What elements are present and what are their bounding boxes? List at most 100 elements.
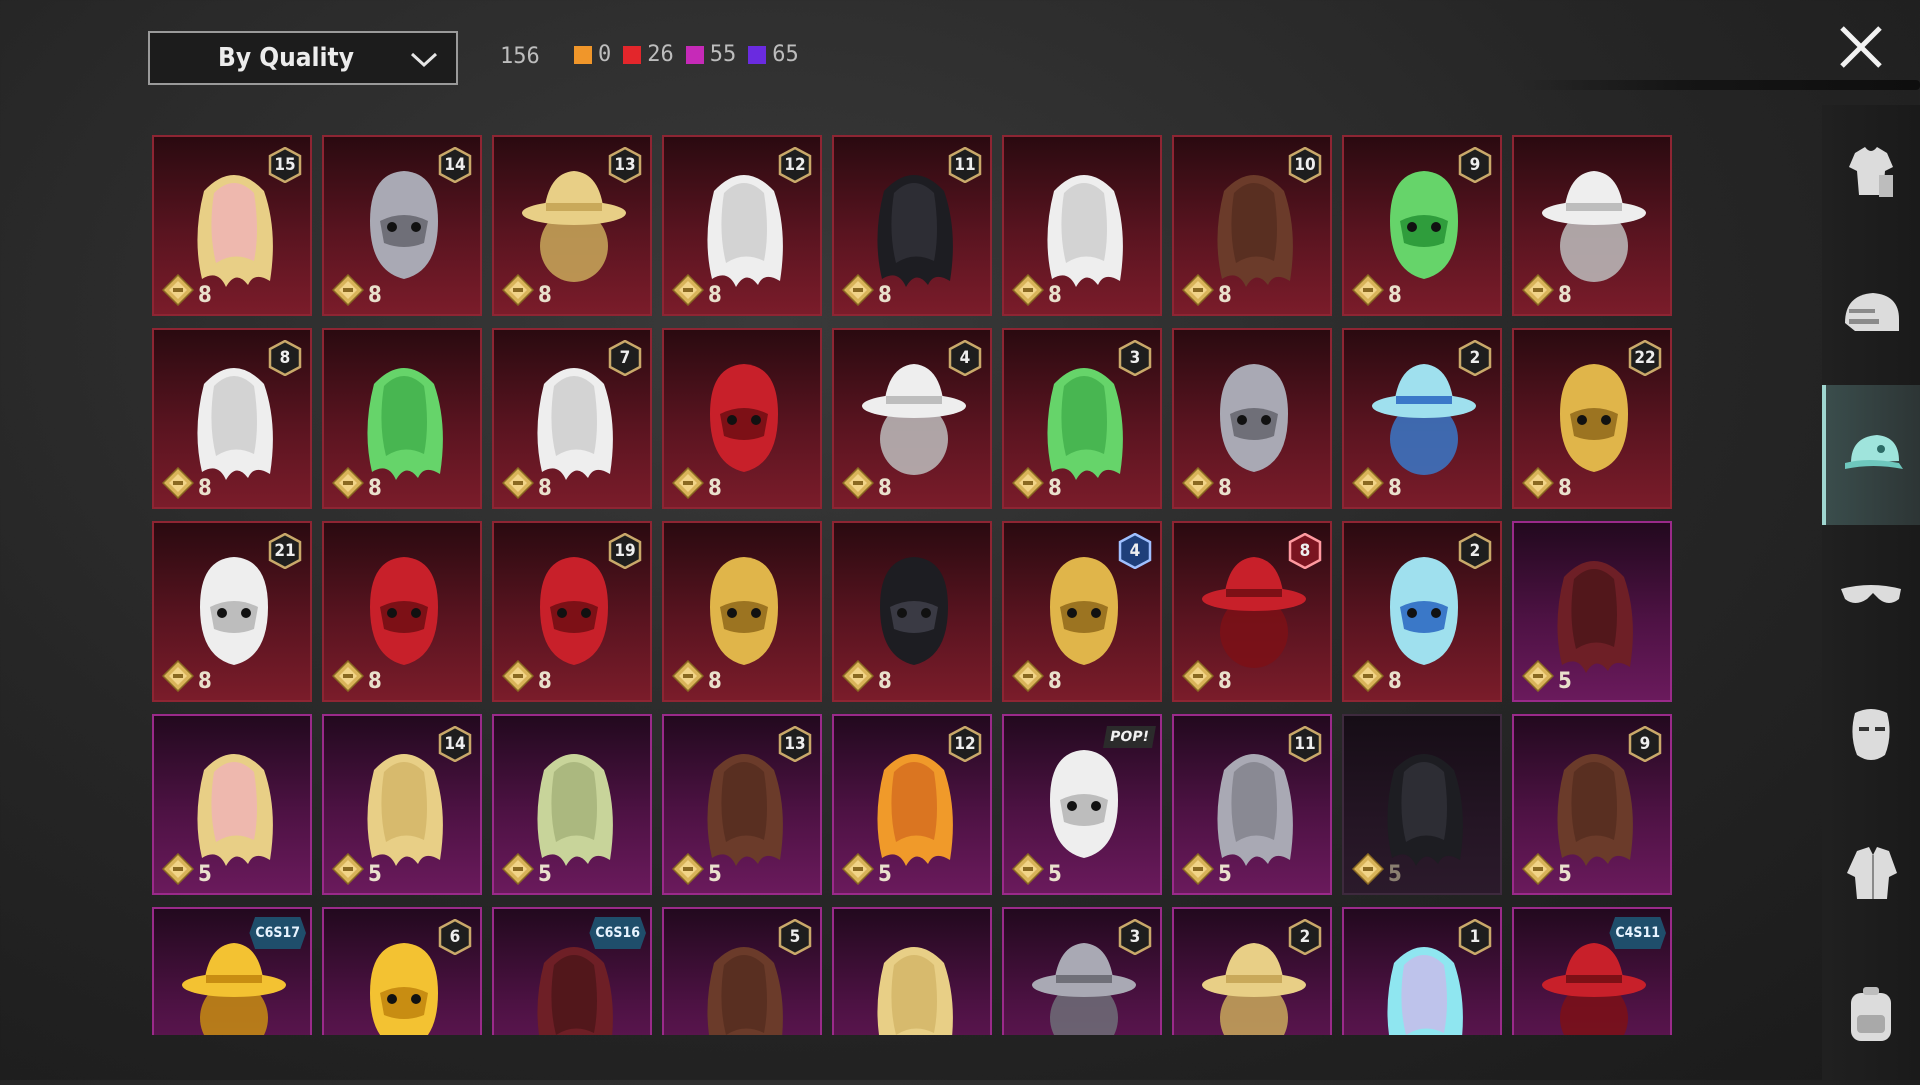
category-tab-jacket[interactable]	[1822, 805, 1920, 945]
item-art-dragon-helmet	[1220, 364, 1288, 472]
item-card-orange-flame-hair[interactable]: 12 5	[832, 714, 992, 895]
item-card-red-hair[interactable]: C6S16	[492, 907, 652, 1035]
sort-dropdown[interactable]: By Quality	[148, 31, 458, 85]
level-badge: 11	[1288, 726, 1322, 762]
item-card-white-hair-with-antlers[interactable]: 12 8	[662, 135, 822, 316]
item-card-blonde-white-cap[interactable]: 2	[1172, 907, 1332, 1035]
coin-icon	[1182, 853, 1214, 885]
coin-icon	[1522, 467, 1554, 499]
item-card-brown-long-hair[interactable]: 9 5	[1512, 714, 1672, 895]
item-card-yellow-visor-cap[interactable]: C6S17	[152, 907, 312, 1035]
level-badge: 15	[268, 147, 302, 183]
category-tab-helmet[interactable]	[1822, 245, 1920, 385]
coin-icon	[672, 660, 704, 692]
item-cost: 8	[538, 283, 552, 308]
level-badge-number: 2	[1469, 541, 1481, 561]
coin-icon	[672, 274, 704, 306]
item-art-green-long-hair	[367, 368, 443, 480]
purple-count: 65	[772, 42, 799, 67]
item-card-blonde-curls[interactable]	[832, 907, 992, 1035]
level-badge-number: 4	[1129, 541, 1141, 561]
item-card-dragon-helmet[interactable]: 8	[1172, 328, 1332, 509]
item-card-black-red-horned-mask[interactable]: 8	[322, 521, 482, 702]
item-card-flower-crown-grey-hair[interactable]: 11 5	[1172, 714, 1332, 895]
item-card-green-zombie-head[interactable]: 9 8	[1342, 135, 1502, 316]
season-tag: C6S17	[249, 917, 306, 949]
coin-icon	[842, 853, 874, 885]
item-card-golden-pharaoh-headdress[interactable]: 22 8	[1512, 328, 1672, 509]
level-badge: 8	[1288, 533, 1322, 569]
item-cost: 8	[538, 476, 552, 501]
item-card-brown-pigtails[interactable]: 5	[662, 907, 822, 1035]
mask-icon	[1852, 709, 1890, 760]
item-art-blonde-curls	[877, 947, 953, 1035]
coin-icon	[502, 660, 534, 692]
level-badge-number: 14	[444, 155, 466, 175]
item-card-red-fedora-mask[interactable]: 8 8	[1172, 521, 1332, 702]
item-card-red-gold-helmet[interactable]: 8	[662, 521, 822, 702]
item-card-icy-bucket-hat[interactable]: 2 8	[1342, 328, 1502, 509]
item-card-yellow-black-mask[interactable]: 6	[322, 907, 482, 1035]
item-cost: 8	[1048, 669, 1062, 694]
level-badge: 14	[438, 147, 472, 183]
item-card-brown-braided-hair[interactable]: 10 8	[1172, 135, 1332, 316]
item-art-white-cowboy-hat	[1542, 171, 1646, 282]
coin-icon	[1012, 274, 1044, 306]
orange-count: 0	[598, 42, 612, 67]
item-card-black-cat-helmet[interactable]: 8	[832, 521, 992, 702]
item-card-cat-ear-mask-hair[interactable]: 14 8	[322, 135, 482, 316]
item-card-gold-purple-knight-helmet[interactable]: 4 8	[1002, 521, 1162, 702]
item-card-hat-with-blonde-hair[interactable]: 13 8	[492, 135, 652, 316]
item-cost: 8	[1558, 283, 1572, 308]
category-tab-backpack[interactable]	[1822, 945, 1920, 1085]
level-badge: 8	[268, 340, 302, 376]
coin-icon	[1522, 660, 1554, 692]
item-card-red-helmet[interactable]: 8	[662, 328, 822, 509]
category-tab-mask[interactable]	[1822, 665, 1920, 805]
category-tab-cap[interactable]	[1822, 385, 1920, 525]
level-badge-number: 1	[1469, 927, 1481, 947]
coin-icon	[1182, 467, 1214, 499]
item-card-panda-head[interactable]: POP! 5	[1002, 714, 1162, 895]
item-cost: 8	[1388, 669, 1402, 694]
item-card-blonde-hair-flower[interactable]: 14 5	[322, 714, 482, 895]
item-card-platinum-hair-with-wing[interactable]: 8 8	[152, 328, 312, 509]
coin-icon	[1352, 467, 1384, 499]
item-card-sage-long-hair[interactable]: 5	[492, 714, 652, 895]
item-card-white-long-hair[interactable]: 8	[1002, 135, 1162, 316]
coin-icon	[332, 853, 364, 885]
item-card-black-streaked-hair[interactable]: 11 8	[832, 135, 992, 316]
item-cost: 8	[368, 283, 382, 308]
coin-icon	[1012, 467, 1044, 499]
level-badge-number: 2	[1469, 348, 1481, 368]
category-tab-outfit[interactable]	[1822, 105, 1920, 245]
item-card-joker-green-hair[interactable]: 3 8	[1002, 328, 1162, 509]
item-card-blonde-pink-hair-with-bow[interactable]: 15 8	[152, 135, 312, 316]
item-card-dark-red-bob-hair[interactable]: 5	[1512, 521, 1672, 702]
item-card-jester-hat[interactable]: 3	[1002, 907, 1162, 1035]
coin-icon	[332, 274, 364, 306]
item-card-green-long-hair[interactable]: 8	[322, 328, 482, 509]
level-badge-number: 11	[954, 155, 976, 175]
outfit-icon	[1849, 147, 1893, 197]
item-card-brown-hair-goggles[interactable]: 13 5	[662, 714, 822, 895]
item-card-dark-armored-helmet[interactable]: 19 8	[492, 521, 652, 702]
item-art-red-helmet	[710, 364, 778, 472]
item-card-white-long-hair-2[interactable]: 7 8	[492, 328, 652, 509]
level-badge-number: 9	[1639, 734, 1651, 754]
item-card-blonde-ponytail-pink-bow[interactable]: 5	[152, 714, 312, 895]
item-card-red-baseball-cap[interactable]: C4S11	[1512, 907, 1672, 1035]
item-cost: 8	[878, 476, 892, 501]
season-tag: C6S16	[589, 917, 646, 949]
item-cost: 8	[1388, 476, 1402, 501]
item-card-white-cowboy-hat[interactable]: 8	[1512, 135, 1672, 316]
category-tab-glasses[interactable]	[1822, 525, 1920, 665]
item-card-dark-ponytail[interactable]: 5	[1342, 714, 1502, 895]
orange-quality-swatch	[574, 45, 592, 64]
item-card-snowman-top-hat[interactable]: 4 8	[832, 328, 992, 509]
item-card-blue-spiked-helmet[interactable]: 2 8	[1342, 521, 1502, 702]
close-icon[interactable]	[1836, 22, 1886, 72]
item-art-blonde-ponytail-pink-bow	[197, 754, 273, 866]
item-card-cyan-pink-bun[interactable]: 1	[1342, 907, 1502, 1035]
item-card-oni-mask-white-hair[interactable]: 21 8	[152, 521, 312, 702]
